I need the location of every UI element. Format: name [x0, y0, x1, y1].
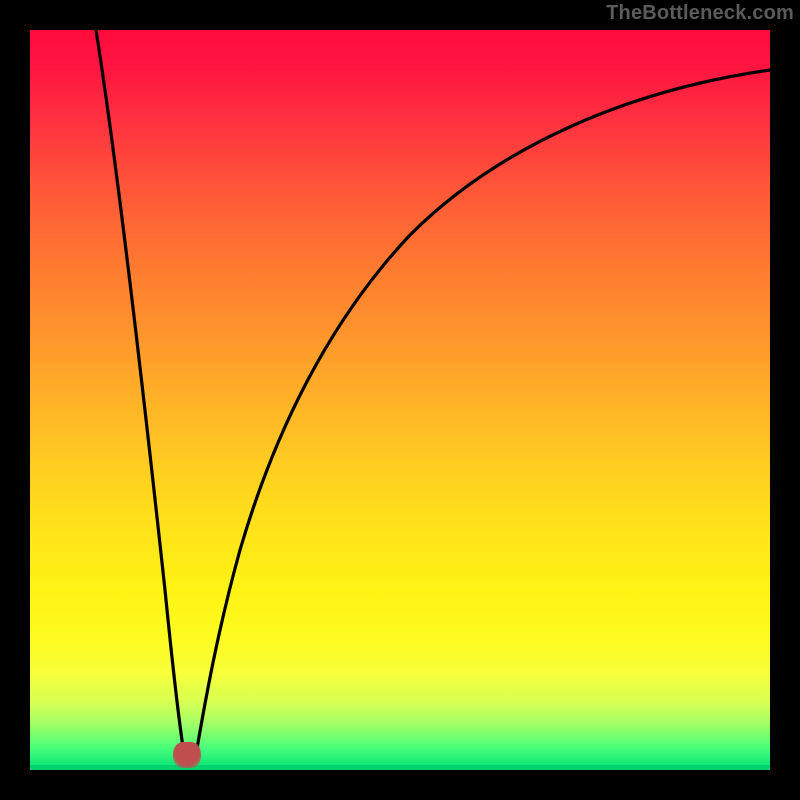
curve-layer	[30, 30, 770, 770]
source-watermark: TheBottleneck.com	[606, 2, 794, 25]
chart-frame: TheBottleneck.com	[0, 0, 800, 800]
dip-marker-icon	[173, 742, 201, 768]
right-branch-curve	[195, 70, 770, 760]
left-branch-curve	[96, 30, 185, 760]
plot-area	[30, 30, 770, 770]
